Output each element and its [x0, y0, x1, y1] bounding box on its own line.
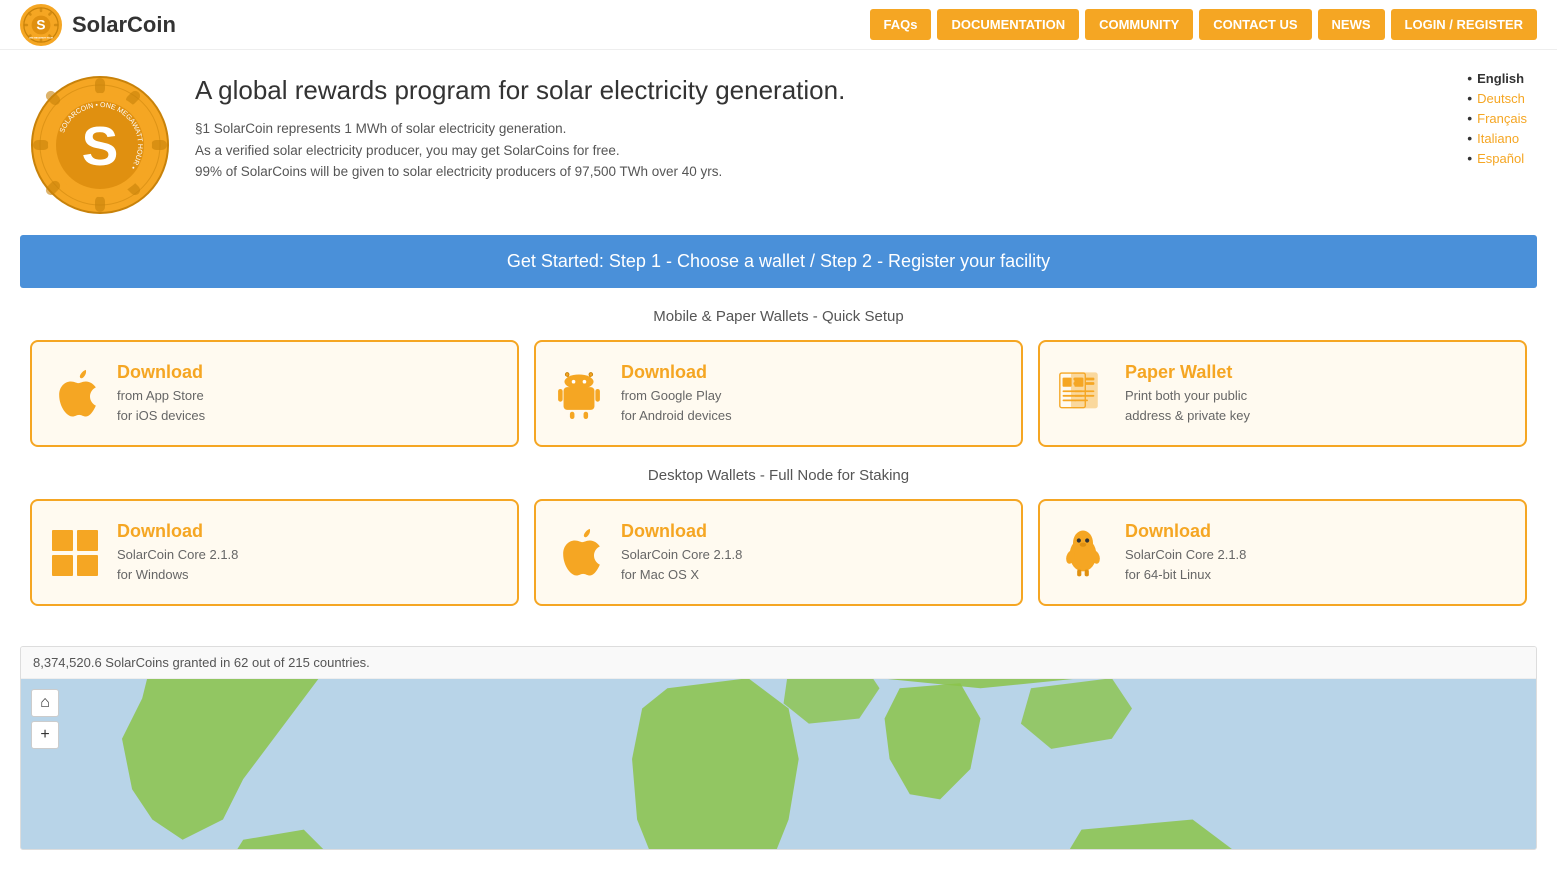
- android-wallet-line2: for Android devices: [621, 406, 732, 426]
- hero-line2: As a verified solar electricity producer…: [195, 140, 1527, 162]
- mac-wallet-info: Download SolarCoin Core 2.1.8 for Mac OS…: [621, 521, 742, 584]
- linux-wallet-card[interactable]: Download SolarCoin Core 2.1.8 for 64-bit…: [1038, 499, 1527, 606]
- linux-wallet-line1: SolarCoin Core 2.1.8: [1125, 545, 1246, 565]
- language-selector: English Deutsch Français Italiano Españo…: [1467, 70, 1527, 170]
- mac-wallet-line1: SolarCoin Core 2.1.8: [621, 545, 742, 565]
- paper-wallet-icon: [1055, 369, 1110, 419]
- apple-icon: [47, 369, 102, 419]
- paper-wallet-info: Paper Wallet Print both your public addr…: [1125, 362, 1250, 425]
- svg-text:S: S: [82, 115, 119, 177]
- paper-wallet-title: Paper Wallet: [1125, 362, 1250, 383]
- nav-community[interactable]: COMMUNITY: [1085, 9, 1193, 40]
- lang-deutsch[interactable]: Deutsch: [1467, 90, 1527, 106]
- ios-wallet-title: Download: [117, 362, 205, 383]
- hero-logo: S SOLARCOIN • ONE MEGAWATT HOUR •: [30, 75, 170, 215]
- hero-text: A global rewards program for solar elect…: [195, 75, 1527, 215]
- map-home-button[interactable]: ⌂: [31, 689, 59, 717]
- header: S ONE MEGAWATT HOUR SolarCoin FAQs DOCUM…: [0, 0, 1557, 50]
- lang-italiano[interactable]: Italiano: [1467, 130, 1527, 146]
- map-stats: 8,374,520.6 SolarCoins granted in 62 out…: [21, 647, 1536, 679]
- main-nav: FAQs DOCUMENTATION COMMUNITY CONTACT US …: [870, 9, 1538, 40]
- nav-login[interactable]: LOGIN / REGISTER: [1391, 9, 1537, 40]
- linux-wallet-title: Download: [1125, 521, 1246, 542]
- get-started-banner[interactable]: Get Started: Step 1 - Choose a wallet / …: [20, 235, 1537, 288]
- desktop-wallet-grid: Download SolarCoin Core 2.1.8 for Window…: [30, 499, 1527, 606]
- lang-english[interactable]: English: [1467, 70, 1527, 86]
- linux-wallet-line2: for 64-bit Linux: [1125, 565, 1246, 585]
- paper-wallet-line2: address & private key: [1125, 406, 1250, 426]
- mobile-wallets-title: Mobile & Paper Wallets - Quick Setup: [30, 308, 1527, 325]
- windows-wallet-title: Download: [117, 521, 238, 542]
- mac-apple-icon: [551, 528, 606, 578]
- android-icon: [551, 369, 606, 419]
- lang-francais[interactable]: Français: [1467, 110, 1527, 126]
- mac-wallet-line2: for Mac OS X: [621, 565, 742, 585]
- banner-text: Get Started: Step 1 - Choose a wallet / …: [507, 251, 1050, 271]
- nav-contact[interactable]: CONTACT US: [1199, 9, 1311, 40]
- linux-wallet-info: Download SolarCoin Core 2.1.8 for 64-bit…: [1125, 521, 1246, 584]
- windows-icon: [47, 528, 102, 578]
- mobile-wallet-grid: Download from App Store for iOS devices: [30, 340, 1527, 447]
- map-section: 8,374,520.6 SolarCoins granted in 62 out…: [20, 646, 1537, 850]
- nav-documentation[interactable]: DOCUMENTATION: [937, 9, 1079, 40]
- lang-espanol[interactable]: Español: [1467, 150, 1527, 166]
- ios-wallet-card[interactable]: Download from App Store for iOS devices: [30, 340, 519, 447]
- mac-wallet-card[interactable]: Download SolarCoin Core 2.1.8 for Mac OS…: [534, 499, 1023, 606]
- windows-wallet-info: Download SolarCoin Core 2.1.8 for Window…: [117, 521, 238, 584]
- map-controls: ⌂ +: [31, 689, 59, 749]
- mac-wallet-title: Download: [621, 521, 742, 542]
- nav-news[interactable]: NEWS: [1318, 9, 1385, 40]
- desktop-wallets-title: Desktop Wallets - Full Node for Staking: [30, 467, 1527, 484]
- android-wallet-card[interactable]: Download from Google Play for Android de…: [534, 340, 1023, 447]
- ios-wallet-line2: for iOS devices: [117, 406, 205, 426]
- android-wallet-line1: from Google Play: [621, 386, 732, 406]
- svg-text:ONE MEGAWATT HOUR: ONE MEGAWATT HOUR: [29, 36, 54, 39]
- wallets-section: Mobile & Paper Wallets - Quick Setup Dow…: [0, 288, 1557, 646]
- android-wallet-title: Download: [621, 362, 732, 383]
- map-zoom-in-button[interactable]: +: [31, 721, 59, 749]
- linux-icon: [1055, 528, 1110, 578]
- hero-line1: §1 SolarCoin represents 1 MWh of solar e…: [195, 118, 1527, 140]
- hero-headline: A global rewards program for solar elect…: [195, 75, 1527, 106]
- hero-line3: 99% of SolarCoins will be given to solar…: [195, 161, 1527, 183]
- map-container: ⌂ +: [21, 679, 1536, 849]
- nav-faqs[interactable]: FAQs: [870, 9, 932, 40]
- windows-wallet-line2: for Windows: [117, 565, 238, 585]
- android-wallet-info: Download from Google Play for Android de…: [621, 362, 732, 425]
- svg-text:S: S: [36, 17, 45, 32]
- paper-wallet-card[interactable]: Paper Wallet Print both your public addr…: [1038, 340, 1527, 447]
- site-logo: S ONE MEGAWATT HOUR: [20, 4, 62, 46]
- ios-wallet-info: Download from App Store for iOS devices: [117, 362, 205, 425]
- windows-wallet-card[interactable]: Download SolarCoin Core 2.1.8 for Window…: [30, 499, 519, 606]
- site-title: SolarCoin: [72, 12, 176, 38]
- hero-section: S SOLARCOIN • ONE MEGAWATT HOUR • A glob…: [0, 50, 1557, 235]
- paper-wallet-line1: Print both your public: [1125, 386, 1250, 406]
- windows-wallet-line1: SolarCoin Core 2.1.8: [117, 545, 238, 565]
- logo-area: S ONE MEGAWATT HOUR SolarCoin: [20, 4, 870, 46]
- ios-wallet-line1: from App Store: [117, 386, 205, 406]
